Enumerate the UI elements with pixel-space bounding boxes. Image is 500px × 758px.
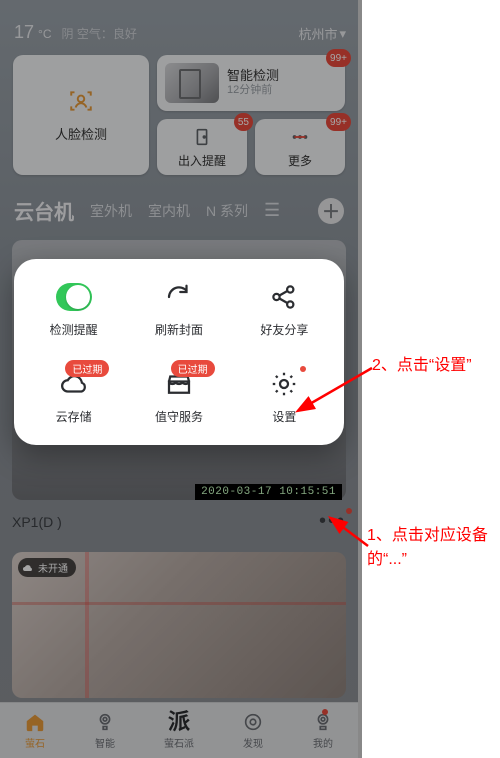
smart-badge: 99+ — [326, 49, 351, 67]
location-city: 杭州市 — [298, 24, 337, 43]
action-settings-label: 设置 — [272, 408, 296, 425]
tab-ptz[interactable]: 云台机 — [14, 196, 74, 225]
cloud-icon — [22, 562, 34, 574]
device-action-sheet: 检测提醒 刷新封面 好友分享 已过期 云存储 — [14, 259, 344, 445]
face-icon — [68, 88, 94, 114]
card-in-out[interactable]: 出入提醒 55 — [157, 119, 247, 175]
io-badge: 55 — [234, 113, 253, 131]
card-face-detect[interactable]: 人脸检测 — [13, 55, 149, 175]
camera-preview-secondary[interactable]: 未开通 — [12, 552, 346, 698]
nav-smart[interactable]: 智能 — [94, 711, 116, 750]
device-row: XP1(D ) ••• — [12, 510, 346, 533]
bottom-nav: 萤石 智能 派 萤石派 发现 我的 — [0, 702, 358, 758]
more-badge: 99+ — [326, 113, 351, 131]
chevron-down-icon: ▾ — [339, 26, 346, 42]
action-share-label: 好友分享 — [260, 321, 308, 338]
tab-outdoor[interactable]: 室外机 — [90, 201, 132, 221]
camera-icon — [94, 711, 116, 733]
more-icon — [289, 126, 311, 148]
target-icon — [242, 711, 264, 733]
duty-expired-badge: 已过期 — [171, 360, 215, 377]
action-refresh-cover[interactable]: 刷新封面 — [129, 281, 228, 338]
pill-label: 未开通 — [38, 560, 68, 575]
action-refresh-label: 刷新封面 — [155, 321, 203, 338]
location-selector[interactable]: 杭州市 ▾ — [298, 24, 346, 43]
action-cloud-storage[interactable]: 已过期 云存储 — [24, 368, 123, 425]
nav-mine-label: 我的 — [313, 735, 333, 750]
annotation-2-text: 2、点击“设置” — [372, 354, 472, 378]
weather-bar: 17 °C 阴 空气：良好 — [14, 22, 137, 43]
nav-mine[interactable]: 我的 — [312, 711, 334, 750]
nav-pai[interactable]: 派 萤石派 — [164, 711, 194, 750]
camera-timestamp: 2020-03-17 10:15:51 — [195, 484, 342, 500]
tab-n-series[interactable]: N 系列 — [206, 201, 248, 221]
phone-screen: 17 °C 阴 空气：良好 杭州市 ▾ 人脸检测 智能检测 12分钟前 99 — [0, 0, 358, 758]
action-settings[interactable]: 设置 — [235, 368, 334, 425]
settings-dot — [300, 366, 306, 372]
pai-glyph: 派 — [168, 711, 190, 733]
card-more[interactable]: 更多 99+ — [255, 119, 345, 175]
nav-discover[interactable]: 发现 — [242, 711, 264, 750]
category-tabs: 云台机 室外机 室内机 N 系列 ☰ ＋ — [14, 196, 344, 225]
door-icon — [191, 126, 213, 148]
top-cards: 人脸检测 智能检测 12分钟前 99+ 出入提醒 55 — [13, 55, 345, 175]
smart-time: 12分钟前 — [227, 84, 279, 97]
action-detect-label: 检测提醒 — [50, 321, 98, 338]
tabs-menu-icon[interactable]: ☰ — [264, 200, 280, 221]
action-detect-alert[interactable]: 检测提醒 — [24, 281, 123, 338]
nav-home-label: 萤石 — [25, 735, 45, 750]
device-more-dot — [346, 508, 352, 514]
home-icon — [24, 711, 46, 733]
cloud-expired-badge: 已过期 — [65, 360, 109, 377]
gear-icon — [266, 368, 302, 400]
device-name: XP1(D ) — [12, 514, 62, 530]
card-face-label: 人脸检测 — [55, 124, 107, 143]
nav-pai-label: 萤石派 — [164, 735, 194, 750]
device-more-button[interactable]: ••• — [319, 510, 346, 533]
smart-thumbnail — [165, 63, 219, 103]
add-device-button[interactable]: ＋ — [318, 198, 344, 224]
card-smart-detect[interactable]: 智能检测 12分钟前 99+ — [157, 55, 345, 111]
action-duty-label: 值守服务 — [155, 408, 203, 425]
tab-indoor[interactable]: 室内机 — [148, 201, 190, 221]
action-share[interactable]: 好友分享 — [235, 281, 334, 338]
nav-mine-dot — [322, 709, 328, 715]
temp-value: 17 — [14, 22, 34, 43]
annotation-panel: 2、点击“设置” 1、点击对应设备的“...” — [362, 0, 500, 758]
weather-desc: 阴 空气：良好 — [62, 25, 137, 42]
cloud-storage-pill[interactable]: 未开通 — [18, 558, 76, 577]
io-label: 出入提醒 — [178, 152, 226, 169]
nav-home[interactable]: 萤石 — [24, 711, 46, 750]
annotation-1-text: 1、点击对应设备的“...” — [367, 524, 500, 572]
temp-unit: °C — [38, 27, 51, 41]
action-duty-service[interactable]: 已过期 值守服务 — [129, 368, 228, 425]
toggle-icon[interactable] — [56, 283, 92, 311]
share-icon — [266, 281, 302, 313]
action-cloud-label: 云存储 — [56, 408, 92, 425]
smart-title: 智能检测 — [227, 69, 279, 84]
refresh-icon — [161, 281, 197, 313]
nav-smart-label: 智能 — [95, 735, 115, 750]
nav-discover-label: 发现 — [243, 735, 263, 750]
more-label: 更多 — [288, 152, 312, 169]
